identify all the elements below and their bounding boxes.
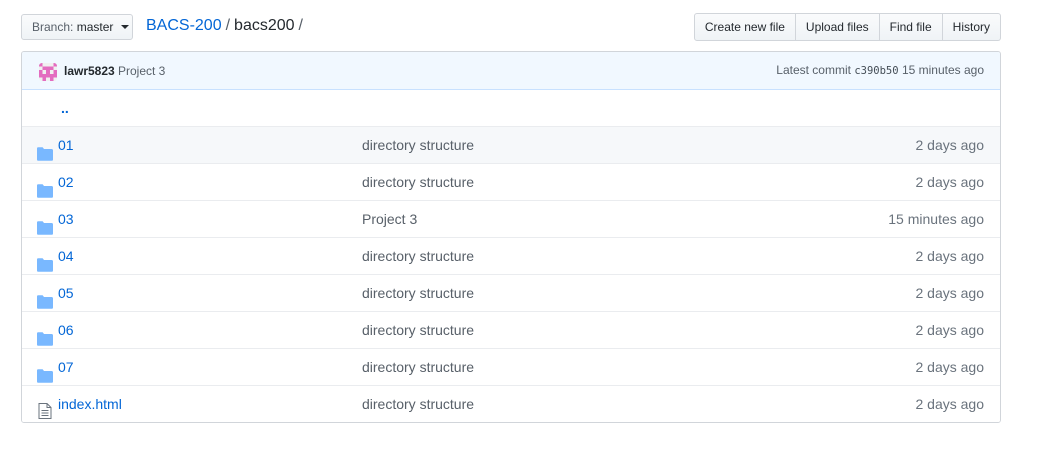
commit-message-link[interactable]: Project 3 bbox=[118, 64, 165, 78]
folder-icon bbox=[37, 360, 53, 383]
file-icon bbox=[38, 396, 54, 419]
commit-message-link[interactable]: directory structure bbox=[362, 275, 474, 311]
file-row: 01 directory structure 2 days ago bbox=[22, 126, 1000, 163]
commit-message-link[interactable]: directory structure bbox=[362, 349, 474, 385]
commit-message-link[interactable]: directory structure bbox=[362, 312, 474, 348]
branch-prefix-label: Branch: bbox=[32, 20, 74, 34]
commit-message-link[interactable]: directory structure bbox=[362, 164, 474, 200]
commit-message-link[interactable]: directory structure bbox=[362, 386, 474, 422]
folder-icon bbox=[37, 212, 53, 235]
folder-icon bbox=[37, 286, 53, 309]
breadcrumb-repo-link[interactable]: BACS-200 bbox=[146, 17, 222, 34]
directory-link[interactable]: 04 bbox=[58, 238, 74, 274]
directory-link[interactable]: 02 bbox=[58, 164, 74, 200]
directory-link[interactable]: 07 bbox=[58, 349, 74, 385]
breadcrumb-separator: / bbox=[298, 17, 303, 34]
commit-age: 15 minutes ago bbox=[888, 211, 984, 227]
find-file-button[interactable]: Find file bbox=[879, 13, 943, 41]
directory-link[interactable]: 06 bbox=[58, 312, 74, 348]
commit-age: 2 days ago bbox=[915, 248, 985, 264]
create-new-file-button[interactable]: Create new file bbox=[693, 13, 796, 41]
file-actions-button-group: Create new file Upload files Find file H… bbox=[693, 13, 1001, 41]
latest-commit-bar: lawr5823 Project 3 Latest commit c390b50… bbox=[22, 52, 1000, 90]
commit-age: 15 minutes ago bbox=[901, 63, 984, 77]
branch-name: master bbox=[76, 20, 114, 34]
folder-icon bbox=[37, 138, 53, 161]
directory-link[interactable]: 05 bbox=[58, 275, 74, 311]
folder-icon bbox=[37, 323, 53, 346]
upload-files-button[interactable]: Upload files bbox=[795, 13, 880, 41]
breadcrumb-separator: / bbox=[225, 17, 231, 34]
file-row: 04 directory structure 2 days ago bbox=[22, 237, 1000, 274]
commit-age: 2 days ago bbox=[915, 359, 985, 375]
commit-age: 2 days ago bbox=[915, 396, 985, 412]
commit-age: 2 days ago bbox=[915, 285, 985, 301]
folder-icon bbox=[37, 175, 53, 198]
folder-icon bbox=[37, 249, 53, 272]
file-row: 05 directory structure 2 days ago bbox=[22, 274, 1000, 311]
file-link[interactable]: index.html bbox=[58, 386, 122, 422]
file-row: 03 Project 3 15 minutes ago bbox=[22, 200, 1000, 237]
file-row: 06 directory structure 2 days ago bbox=[22, 311, 1000, 348]
commit-message-link[interactable]: directory structure bbox=[362, 238, 474, 274]
history-button[interactable]: History bbox=[942, 13, 1001, 41]
commit-author-link[interactable]: lawr5823 bbox=[64, 64, 115, 78]
breadcrumb: BACS-200/bacs200/ bbox=[146, 16, 307, 36]
caret-down-icon bbox=[120, 24, 129, 29]
directory-link[interactable]: 03 bbox=[58, 201, 74, 237]
directory-link[interactable]: 01 bbox=[58, 127, 74, 163]
file-row: 07 directory structure 2 days ago bbox=[22, 348, 1000, 385]
file-list: .. 01 directory structure 2 days ago 02 dire… bbox=[22, 90, 1000, 422]
commit-message-link[interactable]: directory structure bbox=[362, 127, 474, 163]
commit-age: 2 days ago bbox=[915, 322, 985, 338]
file-navigation: Branch: master BACS-200/bacs200/ Create … bbox=[21, 13, 1001, 41]
commit-message-link[interactable]: Project 3 bbox=[362, 201, 417, 237]
commit-age: 2 days ago bbox=[915, 174, 985, 190]
commit-age: 2 days ago bbox=[915, 137, 985, 153]
commit-sha-link[interactable]: c390b50 bbox=[854, 65, 898, 77]
file-table: lawr5823 Project 3 Latest commit c390b50… bbox=[21, 51, 1001, 423]
repo-file-browser: Branch: master BACS-200/bacs200/ Create … bbox=[0, 0, 1038, 458]
breadcrumb-current-dir: bacs200 bbox=[234, 17, 295, 34]
parent-directory-row: .. bbox=[22, 90, 1000, 126]
branch-select-button[interactable]: Branch: master bbox=[21, 14, 133, 40]
parent-directory-link[interactable]: .. bbox=[61, 90, 69, 126]
commit-meta: Latest commit c390b50 15 minutes ago bbox=[776, 63, 984, 77]
identicon-icon bbox=[39, 63, 57, 81]
avatar[interactable] bbox=[39, 63, 57, 81]
file-row: index.html directory structure 2 days ago bbox=[22, 385, 1000, 422]
latest-commit-label: Latest commit bbox=[776, 63, 851, 77]
file-row: 02 directory structure 2 days ago bbox=[22, 163, 1000, 200]
